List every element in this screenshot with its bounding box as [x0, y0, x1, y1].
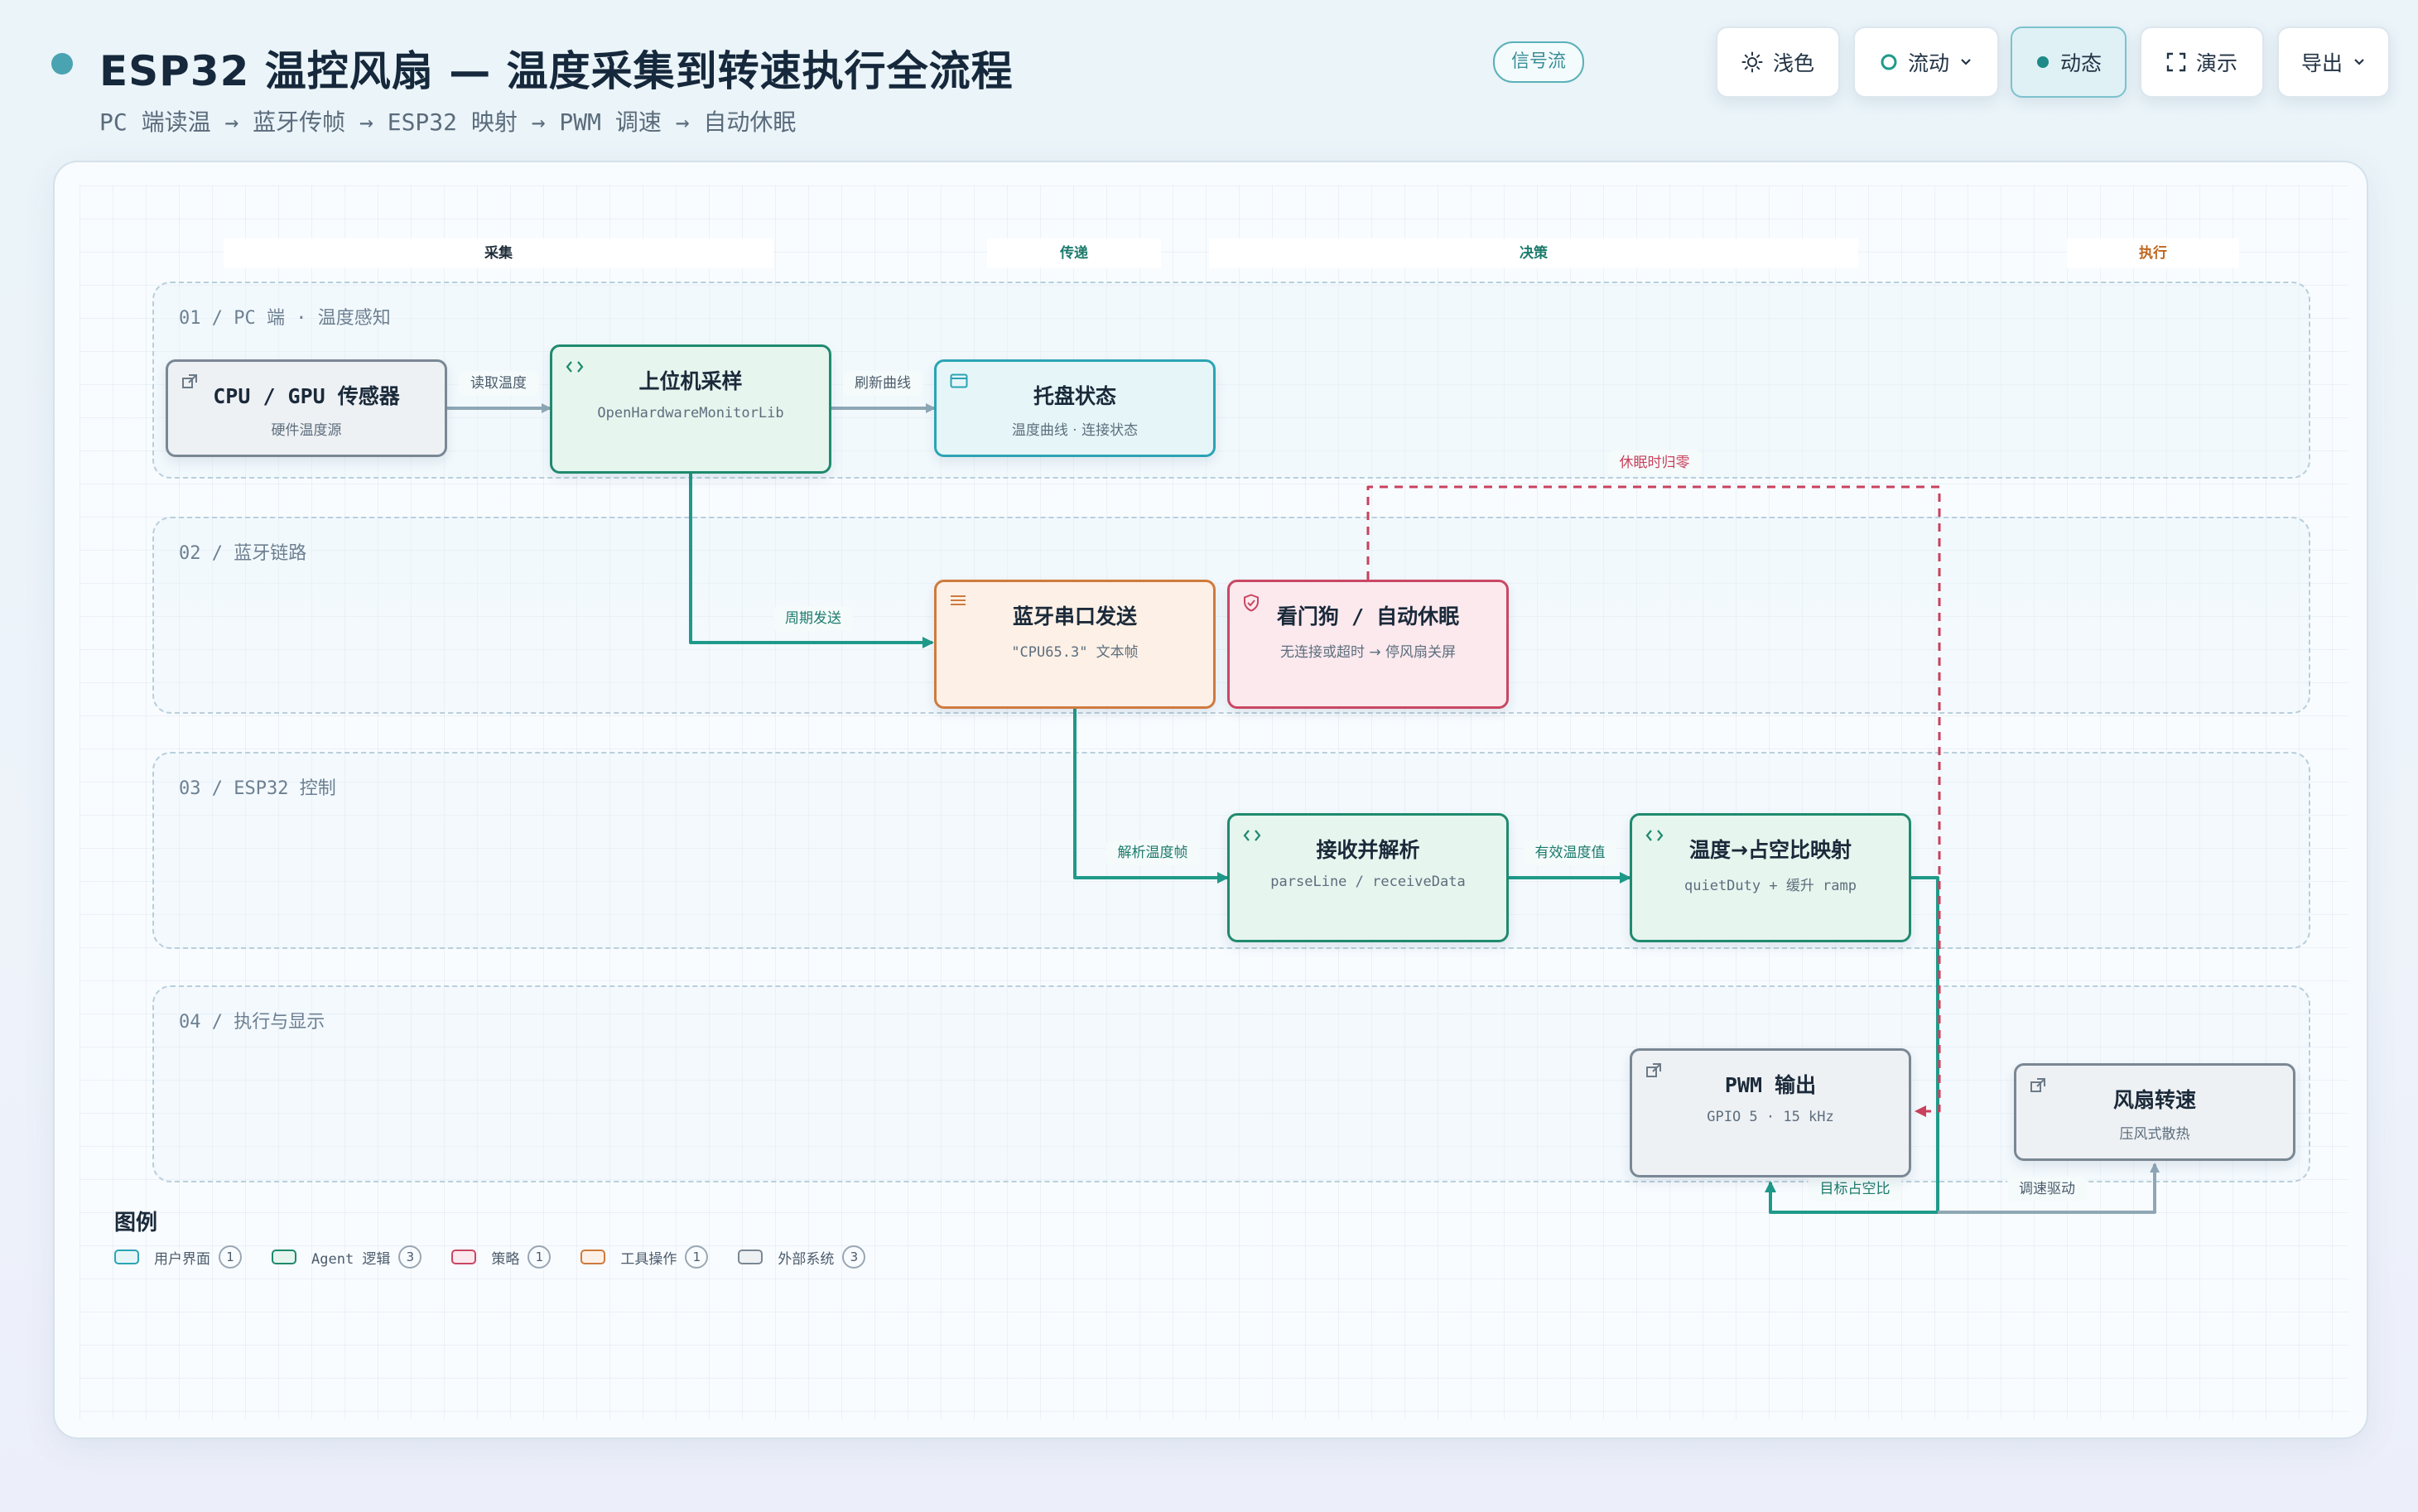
edge-label-parse-temp: 解析温度帧	[1105, 840, 1200, 865]
node-title: 风扇转速	[2112, 1088, 2196, 1112]
legend-item-ui[interactable]: 用户界面 1	[114, 1245, 242, 1269]
node-subtitle: OpenHardwareMonitorLib	[597, 405, 784, 421]
legend-label: 策略	[491, 1250, 520, 1268]
legend-item-external[interactable]: 外部系统 3	[738, 1245, 866, 1269]
node-fan-speed[interactable]: 风扇转速 压风式散热	[2014, 1063, 2295, 1161]
legend-swatch	[272, 1250, 296, 1264]
node-subtitle: parseLine / receiveData	[1270, 874, 1466, 890]
node-title: 看门狗 / 自动休眠	[1276, 604, 1460, 628]
node-subtitle: 硬件温度源	[271, 422, 342, 439]
node-sensor[interactable]: CPU / GPU 传感器 硬件温度源	[166, 359, 447, 457]
node-pwm-output[interactable]: PWM 输出 GPIO 5 · 15 kHz	[1630, 1048, 1911, 1177]
edge-label-speed-drive: 调速驱动	[2007, 1177, 2087, 1201]
node-title: PWM 输出	[1724, 1073, 1817, 1097]
legend-label: 工具操作	[620, 1250, 677, 1268]
edge-label-periodic-send: 周期发送	[773, 606, 853, 631]
node-tray-status[interactable]: 托盘状态 温度曲线 · 连接状态	[934, 359, 1216, 457]
legend-swatch	[451, 1250, 477, 1264]
node-title: 温度→占空比映射	[1689, 838, 1852, 862]
edge-label-target-duty: 目标占空比	[1808, 1177, 1902, 1201]
legend-item-tool[interactable]: 工具操作 1	[580, 1245, 709, 1269]
node-subtitle: 压风式散热	[2119, 1126, 2190, 1143]
node-title: 上位机采样	[638, 369, 743, 393]
node-subtitle: 温度曲线 · 连接状态	[1011, 422, 1139, 439]
node-title: 托盘状态	[1033, 384, 1116, 408]
legend-count: 3	[842, 1245, 866, 1269]
legend-label: 外部系统	[778, 1250, 835, 1268]
node-title: 接收并解析	[1316, 838, 1420, 862]
node-subtitle: quietDuty + 缓升 ramp	[1684, 878, 1857, 894]
node-host-sampling[interactable]: 上位机采样 OpenHardwareMonitorLib	[550, 344, 831, 474]
edge-label-sleep-zero: 休眠时归零	[1607, 450, 1702, 475]
edge-label-refresh-curve: 刷新曲线	[843, 371, 922, 396]
legend-count: 1	[219, 1245, 242, 1269]
legend: 用户界面 1 Agent 逻辑 3 策略 1 工具操作 1 外部系统 3	[114, 1245, 895, 1269]
node-watchdog[interactable]: 看门狗 / 自动休眠 无连接或超时 → 停风扇关屏	[1227, 580, 1509, 709]
legend-swatch	[114, 1250, 139, 1264]
node-receive-parse[interactable]: 接收并解析 parseLine / receiveData	[1227, 813, 1509, 942]
legend-title: 图例	[114, 1211, 158, 1235]
legend-item-policy[interactable]: 策略 1	[451, 1245, 552, 1269]
legend-label: 用户界面	[154, 1250, 210, 1268]
edge-label-valid-temp: 有效温度值	[1523, 840, 1617, 865]
edge-label-read-temp: 读取温度	[459, 371, 538, 396]
legend-label: Agent 逻辑	[311, 1250, 391, 1268]
legend-swatch	[738, 1250, 763, 1264]
node-subtitle: 无连接或超时 → 停风扇关屏	[1279, 644, 1457, 661]
legend-count: 3	[398, 1245, 422, 1269]
node-subtitle: GPIO 5 · 15 kHz	[1707, 1109, 1834, 1125]
legend-count: 1	[685, 1245, 709, 1269]
legend-count: 1	[527, 1245, 552, 1269]
node-title: 蓝牙串口发送	[1012, 604, 1137, 628]
legend-item-agent[interactable]: Agent 逻辑 3	[272, 1245, 422, 1269]
node-duty-mapping[interactable]: 温度→占空比映射 quietDuty + 缓升 ramp	[1630, 813, 1911, 942]
edges-layer	[447, 403, 2160, 1214]
node-bluetooth-send[interactable]: 蓝牙串口发送 "CPU65.3" 文本帧	[934, 580, 1216, 709]
node-subtitle: "CPU65.3" 文本帧	[1011, 644, 1139, 661]
node-title: CPU / GPU 传感器	[213, 384, 400, 408]
legend-swatch	[580, 1250, 606, 1264]
